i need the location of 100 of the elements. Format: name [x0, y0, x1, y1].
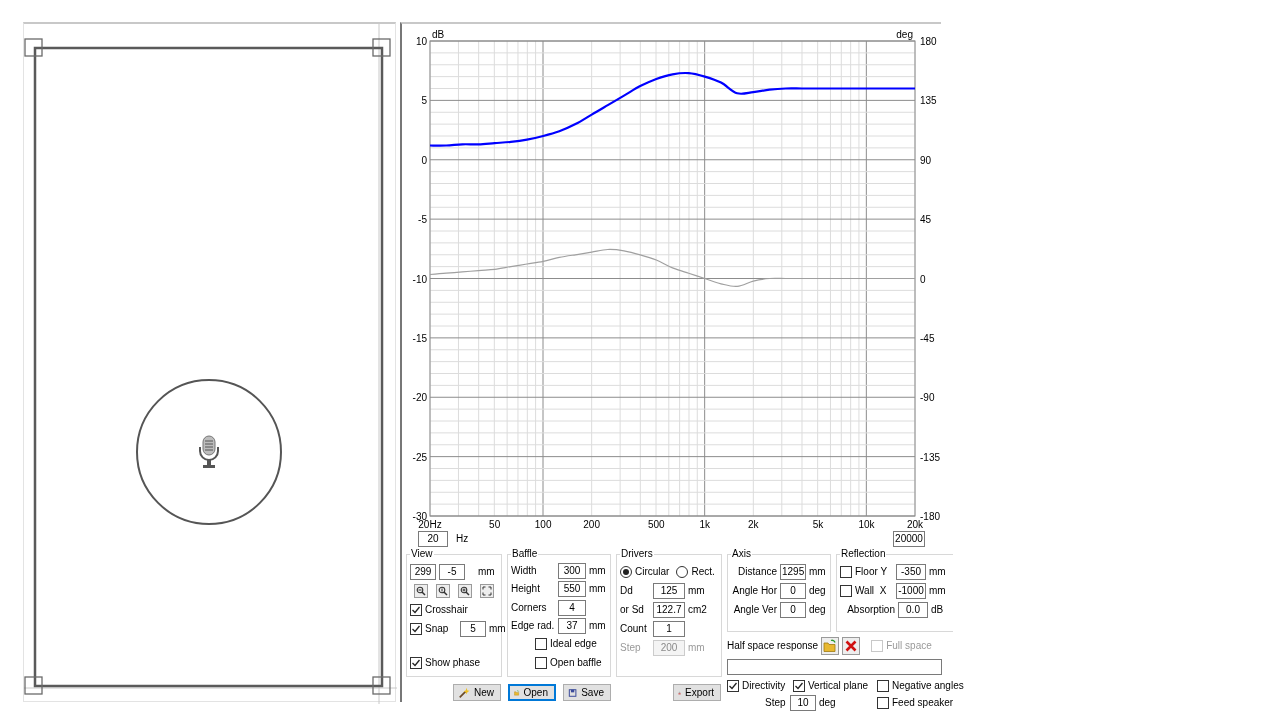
field-label: Angle Ver — [732, 603, 777, 616]
start-frequency-field[interactable]: 20 — [418, 531, 448, 547]
input-field[interactable]: 1295 — [780, 563, 806, 580]
input-field[interactable]: 299 — [410, 563, 436, 580]
y-tick-label: -10 — [412, 273, 427, 285]
unit-label: mm — [589, 583, 606, 596]
corner-handle[interactable] — [372, 676, 391, 695]
radio-label[interactable]: Circular — [635, 565, 670, 578]
toolbar-button[interactable]: New — [453, 684, 501, 701]
input-field[interactable]: 125 — [653, 582, 685, 599]
field-label: or Sd — [620, 603, 645, 616]
y-tick-label: 5 — [421, 95, 427, 107]
group-title: Reflection — [840, 548, 887, 560]
checkbox-label[interactable]: Feed speaker — [892, 696, 954, 709]
checkbox-label[interactable]: Negative angles — [892, 679, 964, 692]
unit-label: deg — [819, 696, 836, 709]
input-field[interactable]: 5 — [460, 620, 486, 637]
y-tick-label: -135 — [920, 451, 940, 463]
corner-handle[interactable] — [372, 38, 391, 57]
checkbox-label[interactable]: Show phase — [425, 656, 481, 669]
checkbox[interactable] — [727, 679, 739, 692]
y-tick-label: 0 — [920, 273, 926, 285]
checkbox-label[interactable]: Snap — [425, 622, 457, 635]
unit-label: mm — [589, 620, 606, 633]
checkbox[interactable] — [793, 679, 805, 692]
input-field[interactable]: -1000 — [896, 582, 926, 599]
input-field[interactable]: 300 — [558, 563, 586, 580]
zoom-in-icon[interactable] — [458, 583, 472, 598]
unit-label: mm — [688, 584, 705, 597]
y-tick-label: -15 — [412, 332, 427, 344]
input-field[interactable]: 4 — [558, 599, 586, 616]
zoom-out-icon[interactable] — [414, 583, 428, 598]
end-frequency-field[interactable]: 20000 — [893, 531, 925, 547]
input-field[interactable]: -350 — [896, 563, 926, 580]
unit-label: mm — [688, 641, 705, 654]
checkbox-label[interactable]: Wall X — [855, 584, 893, 597]
y-tick-label: 0 — [421, 154, 427, 166]
checkbox-label[interactable]: Crosshair — [425, 603, 468, 616]
input-field[interactable]: 10 — [790, 694, 816, 711]
microphone-icon — [199, 435, 219, 468]
group-title: View — [410, 548, 434, 560]
checkbox[interactable] — [840, 584, 852, 597]
file-path-field[interactable] — [727, 659, 942, 675]
group-title: Baffle — [511, 548, 539, 560]
group-title: Axis — [731, 548, 752, 560]
checkbox[interactable] — [410, 603, 422, 616]
input-field[interactable]: 0 — [780, 582, 806, 599]
x-tick-label: 20k — [906, 519, 924, 530]
checkbox[interactable] — [535, 638, 547, 651]
x-tick-label: 1k — [699, 519, 711, 530]
open-file-button[interactable] — [821, 637, 840, 655]
group-title: Drivers — [620, 548, 654, 560]
toolbar-button[interactable]: Export — [673, 684, 721, 701]
field-label: Angle Hor — [731, 584, 777, 597]
input-field[interactable]: 0 — [780, 601, 806, 618]
fit-screen-icon[interactable] — [480, 583, 494, 598]
wand-icon — [458, 685, 470, 700]
checkbox-label[interactable]: Open baffle — [550, 656, 602, 669]
checkbox-label[interactable]: Directivity — [742, 679, 786, 692]
field-label: Corners — [511, 601, 548, 614]
axis-label: deg — [896, 29, 913, 40]
driver-circle[interactable] — [136, 379, 282, 525]
clear-button[interactable] — [842, 637, 861, 655]
y-tick-label: 10 — [415, 36, 427, 47]
toolbar-button[interactable]: Save — [563, 684, 611, 701]
x-tick-label: 10k — [858, 519, 875, 530]
checkbox-label[interactable]: Ideal edge — [550, 638, 597, 651]
checkbox[interactable] — [535, 656, 547, 669]
zoom-fit-icon[interactable] — [436, 583, 450, 598]
toolbar-button[interactable]: Open — [508, 684, 556, 701]
y-tick-label: 180 — [920, 36, 937, 47]
checkbox-label[interactable]: Vertical plane — [808, 679, 869, 692]
input-field[interactable]: 0.0 — [898, 601, 928, 618]
corner-handle[interactable] — [24, 676, 43, 695]
field-label: Step — [765, 696, 787, 709]
y-tick-label: -5 — [418, 214, 427, 226]
field-label: Absorption — [846, 603, 895, 616]
checkbox[interactable] — [877, 679, 889, 692]
y-tick-label: 135 — [920, 95, 937, 107]
field-label: Distance — [737, 565, 777, 578]
unit-label: mm — [589, 565, 606, 578]
unit-label: Hz — [456, 533, 469, 545]
checkbox[interactable] — [877, 696, 889, 709]
input-field[interactable]: 1 — [653, 620, 685, 637]
radio-label[interactable]: Rect. — [691, 565, 715, 578]
input-field[interactable]: 122.7 — [653, 601, 685, 618]
y-tick-label: -30 — [412, 511, 427, 522]
checkbox[interactable] — [840, 565, 852, 578]
corner-handle[interactable] — [24, 38, 43, 57]
checkbox-label[interactable]: Floor Y — [855, 565, 893, 578]
input-field[interactable]: 37 — [558, 618, 586, 635]
unit-label: mm — [478, 565, 495, 578]
input-field[interactable]: 550 — [558, 581, 586, 598]
delete-icon — [844, 639, 859, 653]
y-tick-label: -90 — [920, 392, 935, 404]
checkbox[interactable] — [410, 656, 422, 669]
field-label: Height — [511, 583, 541, 596]
y-tick-label: 45 — [920, 214, 932, 226]
input-field[interactable]: -5 — [439, 563, 465, 580]
checkbox[interactable] — [410, 622, 422, 635]
